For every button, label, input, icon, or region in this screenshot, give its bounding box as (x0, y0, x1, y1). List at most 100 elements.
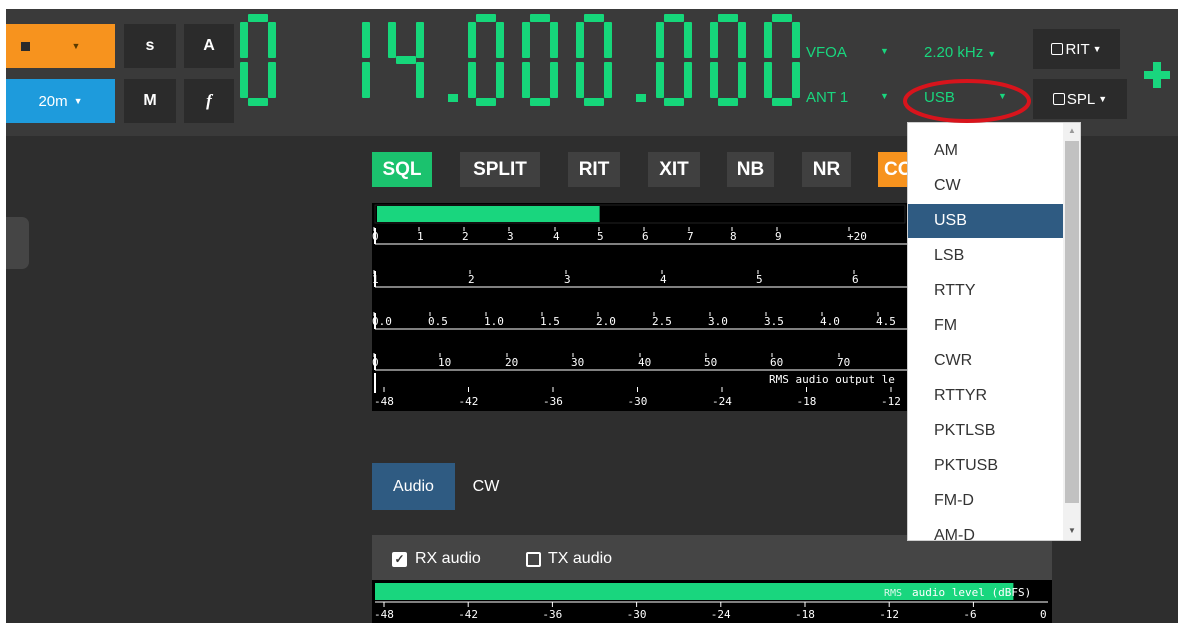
alc-scale-tick-label: 1.0 (484, 315, 504, 328)
mode-option-rttyr[interactable]: RTTYR (908, 379, 1063, 413)
chevron-down-icon[interactable]: ▼ (880, 91, 889, 101)
db-scale-tick-label: -12 (881, 395, 901, 408)
s-scale-tick-label: 3 (507, 230, 514, 243)
scroll-up-icon[interactable]: ▲ (1068, 126, 1076, 135)
bandwidth-selector[interactable]: 2.20 kHz ▼ (924, 44, 996, 61)
alc-scale-tick-label: 2.5 (652, 315, 672, 328)
scrollbar-thumb[interactable] (1065, 141, 1079, 503)
swr-scale-tick-label: 4 (660, 273, 667, 286)
rit-toggle[interactable]: RIT (568, 152, 620, 187)
mode-option-lsb[interactable]: LSB (908, 239, 1063, 273)
split-toggle[interactable]: SPLIT (460, 152, 540, 187)
xit-toggle[interactable]: XIT (648, 152, 700, 187)
audio-level-scale: RMS audio level (dBFS) -48 -42 -36 -30 -24 -18 -… (374, 583, 1048, 621)
antenna-label: ANT 1 (806, 89, 849, 106)
rms-output-label: RMS audio output le (769, 373, 895, 386)
s-button[interactable]: s (124, 24, 176, 68)
tab-cw[interactable]: CW (455, 463, 517, 510)
alc-scale-tick-label: 1.5 (540, 315, 560, 328)
tx-audio-checkbox[interactable]: TX audio (526, 548, 612, 570)
s-scale-tick-label: 9 (775, 230, 782, 243)
f-button-label: f (206, 91, 212, 110)
power-scale-tick-label: 0 (372, 356, 379, 369)
checkbox-icon (1051, 43, 1064, 55)
band-dropdown-button[interactable]: 20m ▼ (6, 79, 115, 123)
antenna-selector[interactable]: ANT 1 (806, 89, 848, 106)
audio-scale-tick-label: -30 (627, 608, 647, 621)
tx-audio-label: TX audio (548, 550, 613, 567)
m-button-label: M (143, 92, 157, 109)
alc-scale-tick-label: 3.5 (764, 315, 784, 328)
audio-scale-tick-label: -18 (795, 608, 815, 621)
split-label: SPLIT (473, 158, 527, 180)
rx-audio-checkbox[interactable]: ✓ RX audio (392, 548, 481, 570)
f-button[interactable]: f (184, 79, 234, 123)
digit-7 (576, 14, 612, 106)
mode-option-am-d[interactable]: AM-D (908, 519, 1063, 540)
mode-option-pktlsb[interactable]: PKTLSB (908, 414, 1063, 448)
mode-option-rtty[interactable]: RTTY (908, 274, 1063, 308)
db-scale-tick-label: -48 (374, 395, 394, 408)
vfo-selector[interactable]: VFOA (806, 44, 847, 61)
db-scale-tick-label: -30 (628, 395, 648, 408)
audio-level-meter: RMS audio level (dBFS) -48 -42 -36 -30 -24 -18 -… (372, 580, 1052, 623)
side-panel-handle[interactable] (6, 217, 29, 269)
stop-icon (20, 41, 30, 51)
rit-dropdown-button[interactable]: RIT ▼ (1033, 29, 1120, 69)
band-label: 20m (38, 92, 68, 110)
audio-scale-tick-label: 0 (1040, 608, 1047, 621)
meter-scales: 0 1 2 3 4 5 6 7 8 9 +20 1 2 3 4 5 6 0.0 0.5 1.0 1.5 2.0 2.5 3.0… (372, 204, 909, 408)
chevron-down-icon: ▼ (71, 41, 81, 51)
digit-2 (362, 22, 370, 98)
mode-option-usb[interactable]: USB (908, 204, 1063, 238)
mode-option-fm-d[interactable]: FM-D (908, 484, 1063, 518)
s-meter-bar (377, 206, 600, 222)
power-scale-tick-label: 70 (837, 356, 850, 369)
bandwidth-label: 2.20 kHz (924, 44, 984, 61)
audio-scale-tick-label: -24 (711, 608, 731, 621)
s-scale-tick-label: 7 (687, 230, 694, 243)
meter-panel: 0 1 2 3 4 5 6 7 8 9 +20 1 2 3 4 5 6 0.0 0.5 1.0 1.5 2.0 2.5 3.0… (372, 203, 909, 411)
rit-label: RIT (1065, 40, 1090, 58)
chevron-down-icon[interactable]: ▼ (880, 46, 889, 56)
scroll-down-icon[interactable]: ▼ (1068, 526, 1076, 535)
rx-audio-label: RX audio (415, 550, 481, 567)
digit-0 (240, 14, 276, 106)
a-button[interactable]: A (184, 24, 234, 68)
alc-scale-tick-label: 2.0 (596, 315, 616, 328)
mode-option-pktusb[interactable]: PKTUSB (908, 449, 1063, 483)
nr-toggle[interactable]: NR (802, 152, 851, 187)
chevron-down-icon: ▼ (987, 49, 997, 59)
nb-label: NB (736, 158, 765, 180)
s-scale-tick-label: 4 (553, 230, 560, 243)
tab-audio[interactable]: Audio (372, 463, 455, 510)
s-scale-tick-label: +20 (847, 230, 867, 243)
audio-scale-tick-label: -48 (374, 608, 394, 621)
scrollbar[interactable]: ▲ ▼ (1063, 123, 1080, 540)
nr-label: NR (812, 158, 841, 180)
m-button[interactable]: M (124, 79, 176, 123)
add-icon[interactable] (1144, 62, 1170, 88)
mode-option-fm[interactable]: FM (908, 309, 1063, 343)
alc-scale-tick-label: 0.5 (428, 315, 448, 328)
rms-tag: RMS (884, 588, 902, 599)
mode-option-cw[interactable]: CW (908, 169, 1063, 203)
stop-dropdown-button[interactable]: ▼ (6, 24, 115, 68)
sql-toggle[interactable]: SQL (372, 152, 432, 187)
mode-option-cwr[interactable]: CWR (908, 344, 1063, 378)
db-scale-tick-label: -24 (712, 395, 732, 408)
swr-scale-tick-label: 2 (468, 273, 475, 286)
spl-dropdown-button[interactable]: SPL ▼ (1033, 79, 1127, 119)
digit-11 (764, 14, 800, 106)
power-scale-tick-label: 10 (438, 356, 451, 369)
mode-option-am[interactable]: AM (908, 134, 1063, 168)
power-scale-tick-label: 20 (505, 356, 518, 369)
xit-label: XIT (659, 158, 689, 180)
nb-toggle[interactable]: NB (727, 152, 774, 187)
chevron-down-icon: ▼ (1092, 44, 1102, 54)
frequency-display[interactable] (240, 10, 818, 119)
db-scale-tick-label: -42 (459, 395, 479, 408)
checkbox-icon (526, 551, 541, 567)
mode-dropdown-list[interactable]: AM CW USB LSB RTTY FM CWR RTTYR PKTLSB PKTUSB FM-D… (907, 122, 1081, 541)
decimal-point (636, 94, 646, 102)
